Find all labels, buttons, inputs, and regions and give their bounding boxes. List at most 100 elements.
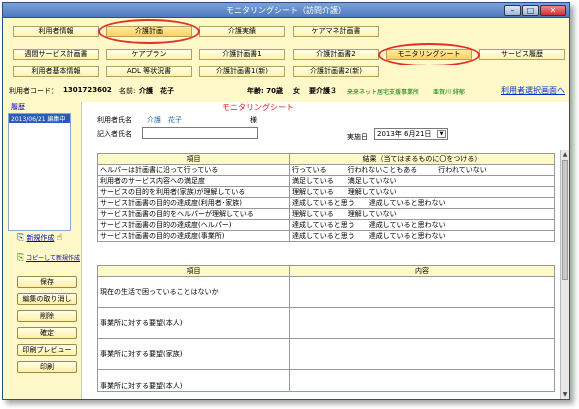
row-result[interactable]: 達成していると思う 達成していると思わない xyxy=(289,197,555,209)
date-label: 実施日 xyxy=(347,133,368,141)
new-entry-link-wrap[interactable]: ⎘ 新規作成 ☝ xyxy=(17,233,62,243)
tab-plan-1-new[interactable]: 介護計画書1(新) xyxy=(199,66,285,77)
new-document-icon: ⎘ xyxy=(17,233,25,243)
copy-entry-link-wrap[interactable]: ⎘ コピーして新規作成 xyxy=(17,253,80,263)
table-row: 事業所に対する要望(本人) xyxy=(97,369,555,392)
client-name-label-sheet: 利用者氏名 xyxy=(97,116,132,124)
print-preview-button[interactable]: 印刷プレビュー xyxy=(17,344,77,356)
close-icon[interactable]: ✕ xyxy=(540,5,566,16)
title-bar: モニタリングシート（訪問介護） – □ ✕ xyxy=(3,3,569,18)
office-name: 来来ネット居宅支援事業所 xyxy=(347,89,420,96)
client-name-sheet: 介護 花子 xyxy=(147,116,182,124)
writer-name-label: 記入者氏名 xyxy=(97,130,132,138)
minimize-icon[interactable]: – xyxy=(504,5,521,16)
requests-table: 項目 内容 現在の生活で困っていることはないか 事業所に対する要望(本人) 事業… xyxy=(97,265,555,392)
table-row: サービス計画書の目的の達成度(事業所) 達成していると思う 達成していると思わない xyxy=(97,230,555,242)
writer-name-input[interactable] xyxy=(142,127,258,139)
table-row: 利用者のサービス内容への満足度 満足している 満足していない xyxy=(97,175,555,187)
row-result[interactable]: 理解している 理解していない xyxy=(289,186,555,198)
tab-plan-1[interactable]: 介護計画書1 xyxy=(199,49,285,60)
tab-adl-status[interactable]: ADL 等状況書 xyxy=(106,66,192,77)
tab-caremanager-plan[interactable]: ケアマネ計画書 xyxy=(293,26,379,37)
row-item: サービス計画書の目的をヘルパーが理解している xyxy=(97,208,290,220)
row-item: 事業所に対する要望(家族) xyxy=(97,338,290,370)
scroll-up-icon[interactable]: ▲ xyxy=(561,150,569,159)
table-row: 事業所に対する要望(本人) xyxy=(97,307,555,339)
tab-care-plan-doc[interactable]: ケアプラン xyxy=(106,49,192,60)
column-header-result: 結果（当てはまるものに〇をつける） xyxy=(289,153,555,165)
row-item: 事業所に対する要望(本人) xyxy=(97,307,290,339)
row-item: サービス計画書の目的の達成度(事業所) xyxy=(97,230,290,242)
window-controls: – □ ✕ xyxy=(504,5,566,16)
row-content-input[interactable] xyxy=(289,369,555,392)
table-row: サービス計画書の目的の達成度(ヘルパー) 達成していると思う 達成していると思わな… xyxy=(97,219,555,231)
row-item: サービスの目的を利用者(家族)が理解している xyxy=(97,186,290,198)
row-content-input[interactable] xyxy=(289,307,555,339)
row-item: 事業所に対する要望(本人) xyxy=(97,369,290,392)
staff-name: 亜賀川 緋郁 xyxy=(433,89,465,96)
date-picker[interactable]: 2013年 6月21日 ▼ xyxy=(374,128,448,140)
table-row: ヘルパーは計画書に沿って行っている 行っている 行われないこともある 行われていな… xyxy=(97,164,555,176)
confirm-button[interactable]: 確定 xyxy=(17,327,77,339)
client-age: 年齢: 70歳 xyxy=(247,87,283,95)
table-row: 事業所に対する要望(家族) xyxy=(97,338,555,370)
row-result[interactable]: 満足している 満足していない xyxy=(289,175,555,187)
tab-weekly-plan[interactable]: 週間サービス計画書 xyxy=(13,49,99,60)
copy-document-icon: ⎘ xyxy=(17,253,25,263)
save-button[interactable]: 保存 xyxy=(17,276,77,288)
maximize-icon[interactable]: □ xyxy=(522,5,539,16)
delete-button[interactable]: 削除 xyxy=(17,310,77,322)
client-name-label: 名前: xyxy=(119,87,136,95)
new-entry-link[interactable]: 新規作成 xyxy=(26,234,54,242)
column-header-content: 内容 xyxy=(289,265,555,277)
return-to-client-select-link[interactable]: 利用者選択画面へ xyxy=(501,85,565,96)
history-item[interactable]: 2013/06/21 編集中 xyxy=(9,114,70,123)
client-gender: 女 xyxy=(293,87,300,95)
row-item: サービス計画書の目的の達成度(利用者･家族) xyxy=(97,197,290,209)
highlight-ring-care-plan xyxy=(98,19,200,44)
tab-plan-2-new[interactable]: 介護計画書2(新) xyxy=(293,66,379,77)
sub-tab-row-2: 利用者基本情報 ADL 等状況書 介護計画書1(新) 介護計画書2(新) xyxy=(3,65,569,79)
app-window: モニタリングシート（訪問介護） – □ ✕ 利用者情報 介護計画 介護実績 ケア… xyxy=(2,2,570,400)
print-button[interactable]: 印刷 xyxy=(17,361,77,373)
tab-client-info[interactable]: 利用者情報 xyxy=(13,26,99,37)
client-code: 1301723602 xyxy=(63,86,112,94)
table-row: サービスの目的を利用者(家族)が理解している 理解している 理解していない xyxy=(97,186,555,198)
row-result[interactable]: 行っている 行われないこともある 行われていない xyxy=(289,164,555,176)
history-label: 履歴 xyxy=(11,103,25,111)
table-row: 現在の生活で困っていることはないか xyxy=(97,276,555,308)
column-header-item: 項目 xyxy=(97,153,290,165)
scrollbar-thumb[interactable] xyxy=(562,160,568,280)
honorific: 様 xyxy=(250,116,257,124)
history-list[interactable]: 2013/06/21 編集中 xyxy=(8,113,71,231)
hand-cursor-icon: ☝ xyxy=(56,233,63,243)
row-content-input[interactable] xyxy=(289,338,555,370)
row-item: 利用者のサービス内容への満足度 xyxy=(97,175,290,187)
dropdown-arrow-icon[interactable]: ▼ xyxy=(437,130,446,138)
column-header-item-2: 項目 xyxy=(97,265,290,277)
cancel-edit-button[interactable]: 編集の取り消し xyxy=(17,293,77,305)
row-item: 現在の生活で困っていることはないか xyxy=(97,276,290,308)
client-info-bar: 利用者コード： 1301723602 名前: 介護 花子 年齢: 70歳 女 要… xyxy=(3,84,569,98)
window-title: モニタリングシート（訪問介護） xyxy=(226,6,346,15)
row-content-input[interactable] xyxy=(289,276,555,308)
row-result[interactable]: 達成していると思う 達成していると思わない xyxy=(289,219,555,231)
row-item: サービス計画書の目的の達成度(ヘルパー) xyxy=(97,219,290,231)
tab-plan-2[interactable]: 介護計画書2 xyxy=(293,49,379,60)
tab-care-record[interactable]: 介護実績 xyxy=(199,26,285,37)
copy-new-link[interactable]: コピーして新規作成 xyxy=(26,255,80,262)
client-code-label: 利用者コード： xyxy=(9,87,58,95)
main-tab-row: 利用者情報 介護計画 介護実績 ケアマネ計画書 xyxy=(3,25,569,39)
client-name: 介護 花子 xyxy=(139,87,174,95)
scroll-down-icon[interactable]: ▼ xyxy=(561,390,569,399)
row-item: ヘルパーは計画書に沿って行っている xyxy=(97,164,290,176)
tab-basic-info[interactable]: 利用者基本情報 xyxy=(13,66,99,77)
sheet-title: モニタリングシート xyxy=(222,103,294,112)
table-row: サービス計画書の目的の達成度(利用者･家族) 達成していると思う 達成していると思… xyxy=(97,197,555,209)
vertical-scrollbar[interactable]: ▲ ▼ xyxy=(560,150,569,399)
row-result[interactable]: 達成していると思う 達成していると思わない xyxy=(289,230,555,242)
row-result[interactable]: 理解している 理解していない xyxy=(289,208,555,220)
monitoring-results-table: 項目 結果（当てはまるものに〇をつける） ヘルパーは計画書に沿って行っている 行っ… xyxy=(97,153,555,242)
highlight-ring-monitoring xyxy=(378,43,480,67)
tab-service-history[interactable]: サービス履歴 xyxy=(479,49,565,60)
